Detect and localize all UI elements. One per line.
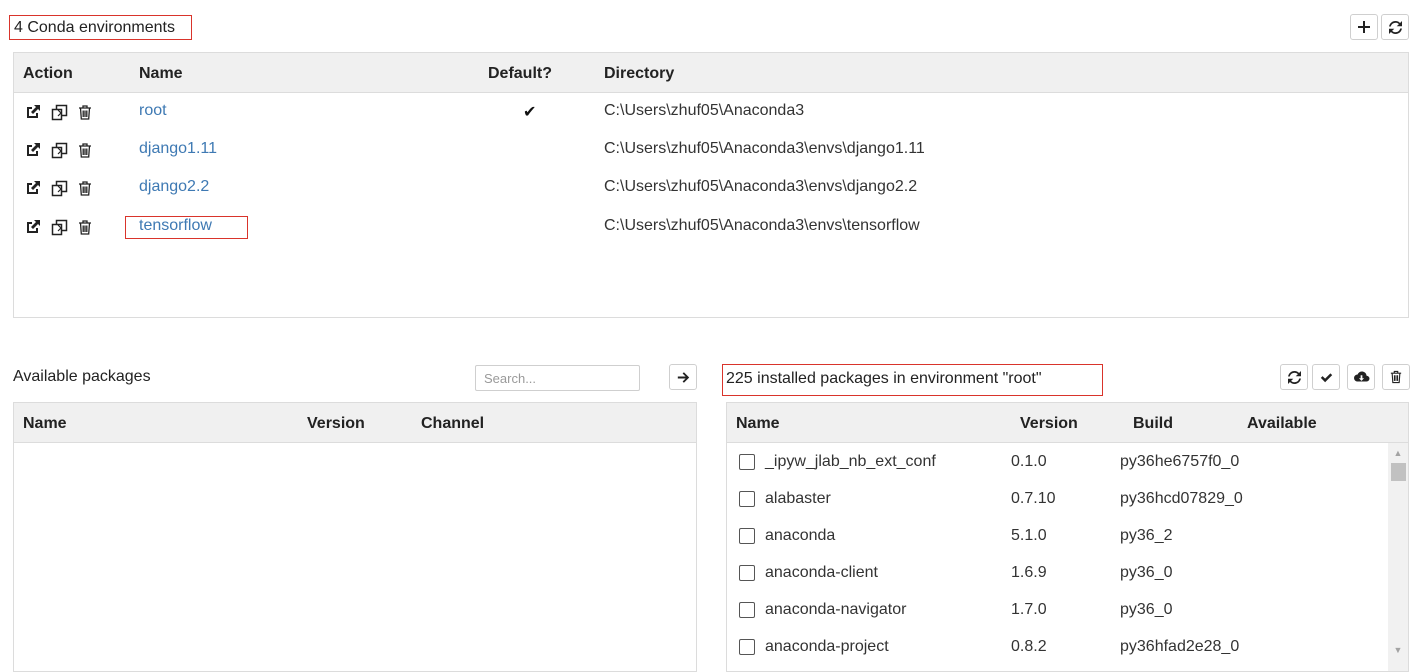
installed-packages-table: Name Version Build Available _ipyw_jlab_… [726, 402, 1409, 672]
package-checkbox[interactable] [739, 565, 755, 581]
package-checkbox[interactable] [739, 528, 755, 544]
search-input[interactable] [475, 365, 640, 391]
environment-name-link[interactable]: tensorflow [139, 217, 212, 235]
package-row: anaconda-project 0.8.2 py36hfad2e28_0 [727, 628, 1388, 665]
environment-row-root: root ✔ C:\Users\zhuf05\Anaconda3 [14, 93, 1408, 131]
column-header-name[interactable]: Name [736, 415, 780, 433]
environment-row-tensorflow: tensorflow C:\Users\zhuf05\Anaconda3\env… [14, 208, 1408, 246]
available-table-header: Name Version Channel [14, 403, 696, 443]
package-build: py36_2 [1120, 527, 1173, 544]
environments-title: 4 Conda environments [9, 15, 192, 40]
trash-icon [1390, 370, 1402, 384]
column-header-channel[interactable]: Channel [421, 415, 484, 433]
package-version: 0.7.10 [1011, 490, 1056, 507]
refresh-environments-button[interactable] [1381, 14, 1409, 40]
clone-icon[interactable] [50, 218, 68, 236]
package-name: anaconda-client [765, 564, 878, 581]
environment-directory: C:\Users\zhuf05\Anaconda3\envs\django2.2 [604, 178, 918, 195]
remove-packages-button[interactable] [1382, 364, 1410, 390]
column-header-version[interactable]: Version [1020, 415, 1078, 433]
scroll-thumb[interactable] [1391, 463, 1406, 481]
arrow-right-icon [677, 371, 689, 383]
package-checkbox[interactable] [739, 602, 755, 618]
package-build: py36hcd07829_0 [1120, 490, 1243, 507]
available-packages-table: Name Version Channel [13, 402, 697, 672]
package-version: 1.7.0 [1011, 601, 1047, 618]
column-header-available[interactable]: Available [1247, 415, 1317, 433]
package-version: 0.1.0 [1011, 453, 1047, 470]
column-header-build[interactable]: Build [1133, 415, 1173, 433]
environments-table: Action Name Default? Directory root ✔ C:… [13, 52, 1409, 318]
column-header-version[interactable]: Version [307, 415, 365, 433]
column-header-name[interactable]: Name [23, 415, 67, 433]
package-version: 0.8.2 [1011, 638, 1047, 655]
package-build: py36he6757f0_0 [1120, 453, 1240, 470]
external-link-icon[interactable] [24, 103, 42, 121]
package-name: anaconda-project [765, 638, 889, 655]
column-header-directory[interactable]: Directory [604, 65, 674, 83]
package-row: alabaster 0.7.10 py36hcd07829_0 [727, 480, 1388, 517]
refresh-packages-button[interactable] [1280, 364, 1308, 390]
environment-name-link[interactable]: root [139, 102, 167, 120]
plus-icon [1358, 21, 1370, 33]
package-checkbox[interactable] [739, 454, 755, 470]
trash-icon[interactable] [76, 218, 94, 236]
trash-icon[interactable] [76, 179, 94, 197]
package-build: py36_0 [1120, 601, 1173, 618]
clone-icon[interactable] [50, 141, 68, 159]
environment-row-django1-11: django1.11 C:\Users\zhuf05\Anaconda3\env… [14, 131, 1408, 169]
trash-icon[interactable] [76, 141, 94, 159]
environments-table-header: Action Name Default? Directory [14, 53, 1408, 93]
package-row: _ipyw_jlab_nb_ext_conf 0.1.0 py36he6757f… [727, 443, 1388, 480]
package-version: 1.6.9 [1011, 564, 1047, 581]
package-name: anaconda [765, 527, 836, 544]
package-build: py36_0 [1120, 564, 1173, 581]
scroll-up-arrow-icon[interactable]: ▲ [1388, 445, 1408, 461]
package-build: py36hfad2e28_0 [1120, 638, 1240, 655]
refresh-icon [1287, 370, 1301, 384]
add-environment-button[interactable] [1350, 14, 1378, 40]
environment-directory: C:\Users\zhuf05\Anaconda3 [604, 102, 805, 119]
check-icon [1320, 372, 1332, 382]
environment-name-link[interactable]: django2.2 [139, 178, 209, 196]
package-row: anaconda-navigator 1.7.0 py36_0 [727, 591, 1388, 628]
package-name: anaconda-navigator [765, 601, 907, 618]
apply-changes-button[interactable] [1312, 364, 1340, 390]
package-checkbox[interactable] [739, 639, 755, 655]
environment-row-django2-2: django2.2 C:\Users\zhuf05\Anaconda3\envs… [14, 169, 1408, 207]
external-link-icon[interactable] [24, 141, 42, 159]
clone-icon[interactable] [50, 103, 68, 121]
available-packages-title: Available packages [13, 368, 151, 385]
scroll-down-arrow-icon[interactable]: ▼ [1388, 642, 1408, 658]
clone-icon[interactable] [50, 179, 68, 197]
install-arrow-button[interactable] [669, 364, 697, 390]
column-header-action: Action [23, 65, 73, 82]
cloud-download-icon [1353, 371, 1369, 382]
environment-name-link[interactable]: django1.11 [139, 140, 217, 158]
column-header-name[interactable]: Name [139, 65, 183, 83]
packages-scrollbar[interactable]: ▲ ▼ [1388, 443, 1408, 671]
trash-icon[interactable] [76, 103, 94, 121]
package-name: _ipyw_jlab_nb_ext_conf [765, 453, 936, 470]
external-link-icon[interactable] [24, 218, 42, 236]
package-row: anaconda-client 1.6.9 py36_0 [727, 554, 1388, 591]
external-link-icon[interactable] [24, 179, 42, 197]
package-name: alabaster [765, 490, 831, 507]
package-checkbox[interactable] [739, 491, 755, 507]
package-row: anaconda 5.1.0 py36_2 [727, 517, 1388, 554]
environment-directory: C:\Users\zhuf05\Anaconda3\envs\tensorflo… [604, 217, 920, 234]
export-environment-button[interactable] [1347, 364, 1375, 390]
refresh-icon [1388, 20, 1402, 34]
environment-directory: C:\Users\zhuf05\Anaconda3\envs\django1.1… [604, 140, 925, 157]
column-header-default[interactable]: Default? [488, 65, 552, 83]
installed-packages-title: 225 installed packages in environment "r… [722, 364, 1103, 396]
default-check-icon: ✔ [523, 104, 537, 121]
installed-table-header: Name Version Build Available [727, 403, 1408, 443]
package-version: 5.1.0 [1011, 527, 1047, 544]
